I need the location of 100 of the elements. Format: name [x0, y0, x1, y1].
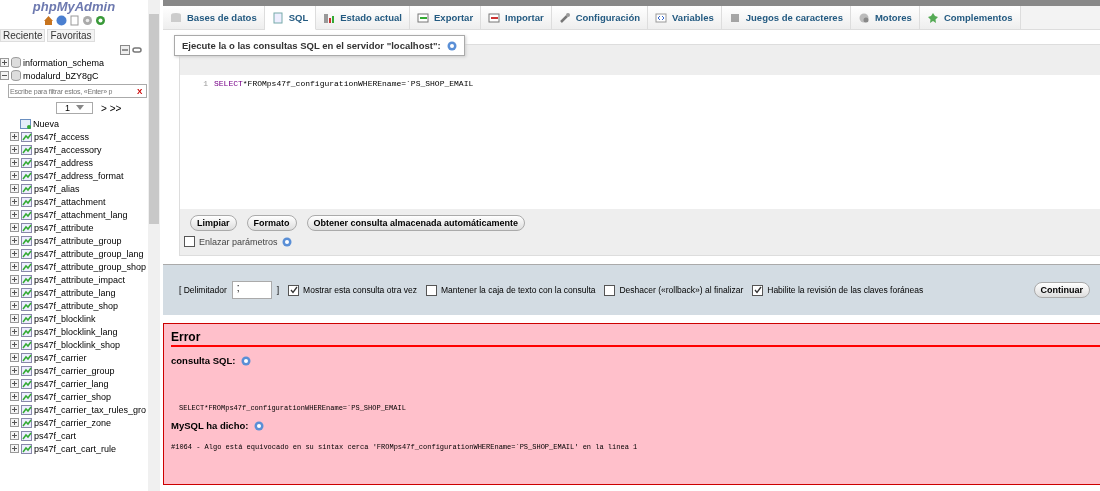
database-name[interactable]: modalurd_bZY8gC	[23, 70, 99, 81]
table-icon	[21, 300, 32, 311]
table-name[interactable]: ps47f_carrier_tax_rules_gro	[34, 404, 147, 415]
expand-icon	[10, 171, 19, 180]
table-icon	[21, 183, 32, 194]
database-name[interactable]: information_schema	[23, 57, 105, 68]
table-icon	[21, 443, 32, 454]
table-name[interactable]: ps47f_attribute_lang	[34, 287, 116, 298]
tab[interactable]: SQL	[264, 6, 317, 30]
table-icon	[21, 170, 32, 181]
tab[interactable]: Exportar	[410, 6, 482, 29]
expand-icon	[10, 275, 19, 284]
action-button[interactable]: Formato	[246, 215, 297, 231]
delimiter-label: [ Delimitador	[179, 285, 227, 295]
continue-button[interactable]: Continuar	[1033, 282, 1090, 298]
document-icon	[271, 11, 284, 24]
nav-tab[interactable]: Favoritas	[47, 29, 95, 42]
table-name[interactable]: ps47f_accessory	[34, 144, 102, 155]
help-icon	[254, 420, 265, 431]
table-name[interactable]: ps47f_attribute_group_shop	[34, 261, 147, 272]
table-icon	[21, 404, 32, 415]
table-name[interactable]: ps47f_attribute_shop	[34, 300, 119, 311]
checkbox-label: Deshacer («rollback») al finalizar	[619, 285, 744, 295]
checkbox-label: Mostrar esta consulta otra vez	[303, 285, 417, 295]
table-icon	[21, 235, 32, 246]
action-button[interactable]: Limpiar	[190, 215, 237, 231]
link-icon	[132, 45, 142, 55]
next-page-link[interactable]: > >>	[101, 102, 122, 114]
table-name[interactable]: ps47f_carrier_zone	[34, 417, 112, 428]
tab[interactable]: Motores	[850, 6, 920, 29]
new-table-icon	[20, 118, 31, 129]
table-icon	[21, 365, 32, 376]
checkbox[interactable]	[184, 236, 195, 247]
document-icon	[68, 15, 80, 26]
bracket-text: ]	[276, 285, 280, 295]
expand-icon	[10, 444, 19, 453]
line-number: 1	[202, 79, 209, 90]
expand-icon	[10, 223, 19, 232]
expand-icon	[10, 301, 19, 310]
table-name[interactable]: ps47f_blocklink_lang	[34, 326, 118, 337]
table-name[interactable]: ps47f_blocklink	[34, 313, 96, 324]
checkbox[interactable]	[425, 284, 437, 296]
table-name[interactable]: ps47f_carrier_lang	[34, 378, 109, 389]
page-select[interactable]: 1	[56, 102, 93, 114]
tab[interactable]: Variables	[648, 6, 722, 29]
table-name[interactable]: ps47f_attribute_group	[34, 235, 122, 246]
expand-icon	[10, 379, 19, 388]
gear-icon	[857, 11, 870, 24]
table-name[interactable]: ps47f_address_format	[34, 170, 124, 181]
tab[interactable]: Configuración	[551, 6, 649, 29]
checkbox-label: Habilite la revisión de las claves foráneas	[767, 285, 924, 295]
table-name[interactable]: ps47f_attachment_lang	[34, 209, 128, 220]
table-name[interactable]: ps47f_cart_cart_rule	[34, 443, 117, 454]
table-icon	[21, 326, 32, 337]
scrollbar[interactable]	[148, 0, 160, 491]
wrench-icon	[558, 11, 571, 24]
table-name[interactable]: ps47f_attribute_group_lang	[34, 248, 144, 259]
table-name[interactable]: ps47f_blocklink_shop	[34, 339, 121, 350]
action-button[interactable]: Obtener consulta almacenada automáticamente	[306, 215, 526, 231]
export-icon	[417, 11, 429, 24]
expand-icon	[10, 314, 19, 323]
table-name[interactable]: ps47f_attribute	[34, 222, 94, 233]
tab[interactable]: Juegos de caracteres	[721, 6, 851, 29]
help-icon	[281, 236, 292, 247]
table-icon	[21, 378, 32, 389]
expand-icon	[10, 418, 19, 427]
table-icon	[21, 339, 32, 350]
check-icon	[753, 286, 762, 294]
checkbox-label: Mantener la caja de texto con la consulta	[440, 285, 596, 295]
checkbox[interactable]	[604, 284, 616, 296]
legend-text: Ejecute la o las consultas SQL en el servidor "localhost":	[182, 40, 441, 51]
table-name[interactable]: ps47f_address	[34, 157, 94, 168]
help-icon	[241, 355, 252, 366]
tab[interactable]: Complementos	[919, 6, 1021, 29]
sql-editor[interactable]: 1 SELECT*FROMps47f_configurationWHEREname=´PS_SHOP_EMAIL	[180, 75, 1100, 209]
clear-filter-button[interactable]: X	[137, 86, 143, 96]
expand-icon	[10, 340, 19, 349]
table-name[interactable]: ps47f_attribute_impact	[34, 274, 126, 285]
code-line: SELECT*FROMps47f_configurationWHEREname=´PS_SHOP_EMAIL	[214, 79, 474, 90]
table-name[interactable]: Nueva	[33, 118, 59, 129]
error-title: Error	[171, 324, 1100, 347]
expand-icon	[10, 249, 19, 258]
table-name[interactable]: ps47f_access	[34, 131, 90, 142]
tab[interactable]: Estado actual	[316, 6, 410, 29]
table-name[interactable]: ps47f_cart	[34, 430, 77, 441]
checkbox[interactable]	[752, 284, 764, 296]
expand-icon	[10, 366, 19, 375]
delimiter-field[interactable]: ;	[231, 281, 272, 299]
table-name[interactable]: ps47f_carrier_group	[34, 365, 115, 376]
table-name[interactable]: ps47f_carrier_shop	[34, 391, 112, 402]
help-icon	[55, 15, 67, 26]
help-icon	[446, 40, 457, 51]
checkbox[interactable]	[288, 284, 300, 296]
tab[interactable]: Bases de datos	[163, 6, 265, 29]
nav-tab[interactable]: Reciente	[0, 29, 46, 42]
tab[interactable]: Importar	[481, 6, 552, 29]
expand-icon	[10, 197, 19, 206]
table-name[interactable]: ps47f_carrier	[34, 352, 87, 363]
table-name[interactable]: ps47f_attachment	[34, 196, 106, 207]
table-name[interactable]: ps47f_alias	[34, 183, 80, 194]
